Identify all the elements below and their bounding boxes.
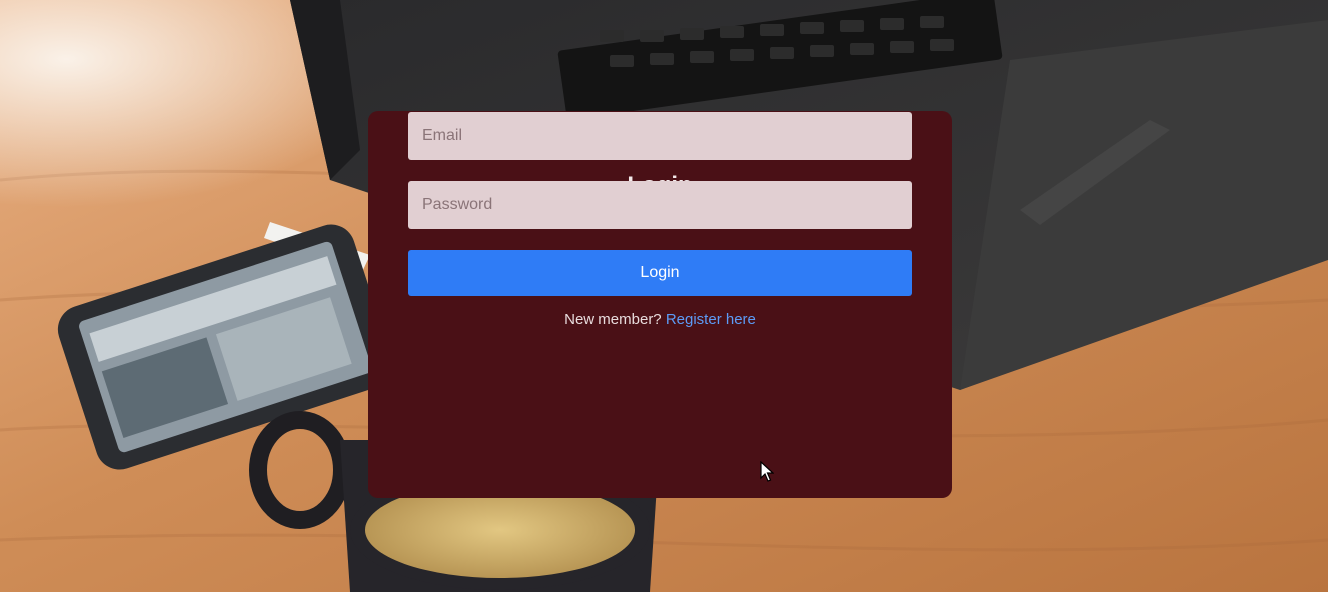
login-form: Login Login New member? Register here [368,0,952,592]
register-prompt-text: New member? [564,311,662,328]
email-field[interactable] [408,112,912,160]
login-button[interactable]: Login [408,250,912,296]
mouse-cursor-icon [760,461,774,482]
register-link[interactable]: Register here [666,311,756,328]
register-prompt-line: New member? Register here [368,311,952,328]
login-page: Login Login New member? Register here [0,0,1328,592]
password-field[interactable] [408,181,912,229]
